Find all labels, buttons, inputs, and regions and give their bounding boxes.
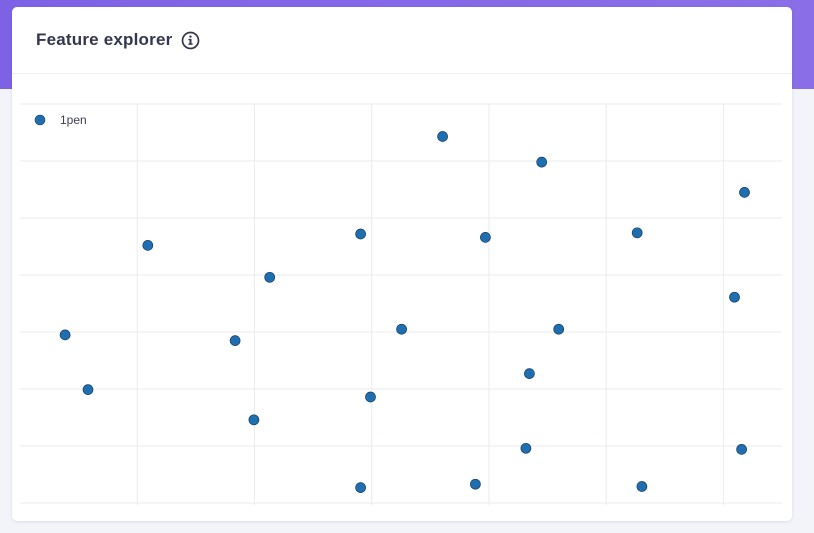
data-point (736, 444, 747, 455)
legend: 1pen (34, 113, 87, 127)
grid (20, 103, 782, 505)
data-point (470, 478, 481, 490)
feature-explorer-card: Feature explorer 1pen (12, 7, 792, 521)
data-point (142, 240, 154, 251)
data-point (229, 335, 241, 346)
data-point (631, 227, 643, 239)
data-point (480, 232, 491, 243)
points (59, 131, 750, 493)
data-point (636, 481, 648, 492)
data-point (396, 323, 407, 335)
data-point (365, 391, 376, 403)
data-point (264, 271, 276, 283)
card-header: Feature explorer (12, 7, 792, 74)
data-point (524, 368, 535, 379)
data-point (437, 131, 448, 142)
data-point (553, 323, 565, 335)
data-point (739, 187, 750, 198)
data-point (248, 414, 260, 426)
data-point (355, 482, 366, 493)
scatter-chart: 1pen (20, 103, 782, 505)
data-point (520, 442, 532, 454)
data-point (729, 291, 740, 303)
legend-label: 1pen (60, 113, 87, 127)
data-point (82, 384, 94, 395)
legend-marker (34, 114, 46, 126)
data-point (355, 228, 366, 240)
info-circle-icon[interactable] (181, 31, 200, 50)
data-point (536, 156, 548, 168)
data-point (59, 329, 71, 341)
card-title: Feature explorer (36, 30, 173, 49)
